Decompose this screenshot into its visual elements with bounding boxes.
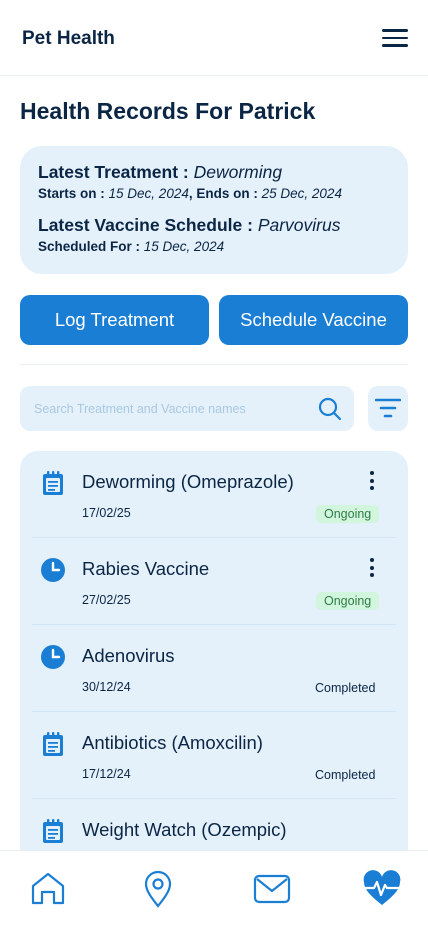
mail-icon[interactable] [252, 869, 292, 909]
clock-icon [41, 645, 65, 669]
scheduled-value: 15 Dec, 2024 [143, 239, 225, 254]
page-title: Health Records For Patrick [20, 98, 316, 124]
top-bar: Pet Health [0, 0, 428, 76]
record-item[interactable]: Antibiotics (Amoxcilin) 17/12/24 Complet… [20, 712, 408, 799]
scheduled-label: Scheduled For : [38, 239, 141, 254]
search-icon[interactable] [318, 397, 342, 421]
schedule-vaccine-button[interactable]: Schedule Vaccine [219, 295, 408, 345]
latest-summary-card: Latest Treatment : Deworming Starts on :… [20, 146, 408, 274]
search-bar [20, 386, 354, 431]
location-pin-icon[interactable] [138, 869, 178, 909]
filter-button[interactable] [368, 386, 408, 431]
clipboard-icon [43, 732, 63, 756]
record-title: Weight Watch (Ozempic) [82, 819, 287, 840]
hamburger-menu-icon[interactable] [382, 29, 408, 49]
latest-vaccine-value: Parvovirus [257, 215, 341, 235]
ends-label: Ends on : [196, 186, 258, 201]
clock-icon [41, 558, 65, 582]
records-list: Deworming (Omeprazole) 17/02/25 Ongoing … [20, 451, 408, 871]
record-title: Deworming (Omeprazole) [82, 471, 294, 492]
filter-icon [375, 398, 401, 418]
record-item[interactable]: Rabies Vaccine 27/02/25 Ongoing [20, 538, 408, 625]
home-icon[interactable] [28, 869, 68, 909]
status-label: Completed [315, 768, 376, 782]
search-input[interactable] [34, 386, 304, 431]
latest-treatment-line: Latest Treatment : Deworming [38, 162, 390, 183]
record-date: 30/12/24 [82, 680, 131, 694]
record-item[interactable]: Adenovirus 30/12/24 Completed [20, 625, 408, 712]
pet-health-screen: Pet Health Health Records For Patrick La… [0, 0, 428, 926]
latest-treatment-label: Latest Treatment : [38, 162, 189, 182]
status-badge: Ongoing [316, 505, 380, 523]
record-item[interactable]: Deworming (Omeprazole) 17/02/25 Ongoing [20, 451, 408, 538]
bottom-navigation [0, 850, 428, 926]
latest-vaccine-label: Latest Vaccine Schedule : [38, 215, 253, 235]
status-badge: Ongoing [316, 592, 380, 610]
record-title: Antibiotics (Amoxcilin) [82, 732, 263, 753]
vaccine-schedule-line: Scheduled For : 15 Dec, 2024 [38, 239, 390, 254]
divider [20, 364, 408, 365]
more-options-icon[interactable] [362, 471, 382, 493]
starts-value: 15 Dec, 2024 [108, 186, 189, 201]
treatment-dates-line: Starts on : 15 Dec, 2024, Ends on : 25 D… [38, 186, 390, 201]
record-date: 17/12/24 [82, 767, 131, 781]
starts-label: Starts on : [38, 186, 105, 201]
log-treatment-button[interactable]: Log Treatment [20, 295, 209, 345]
record-date: 27/02/25 [82, 593, 131, 607]
latest-treatment-value: Deworming [193, 162, 283, 182]
ends-value: 25 Dec, 2024 [261, 186, 342, 201]
heart-pulse-icon[interactable] [362, 869, 402, 909]
more-options-icon[interactable] [362, 558, 382, 580]
record-title: Rabies Vaccine [82, 558, 210, 579]
latest-vaccine-line: Latest Vaccine Schedule : Parvovirus [38, 215, 390, 236]
status-label: Completed [315, 681, 376, 695]
record-date: 17/02/25 [82, 506, 131, 520]
clipboard-icon [43, 471, 63, 495]
record-title: Adenovirus [82, 645, 175, 666]
clipboard-icon [43, 819, 63, 843]
app-title: Pet Health [22, 28, 115, 49]
date-separator: , [188, 186, 193, 201]
